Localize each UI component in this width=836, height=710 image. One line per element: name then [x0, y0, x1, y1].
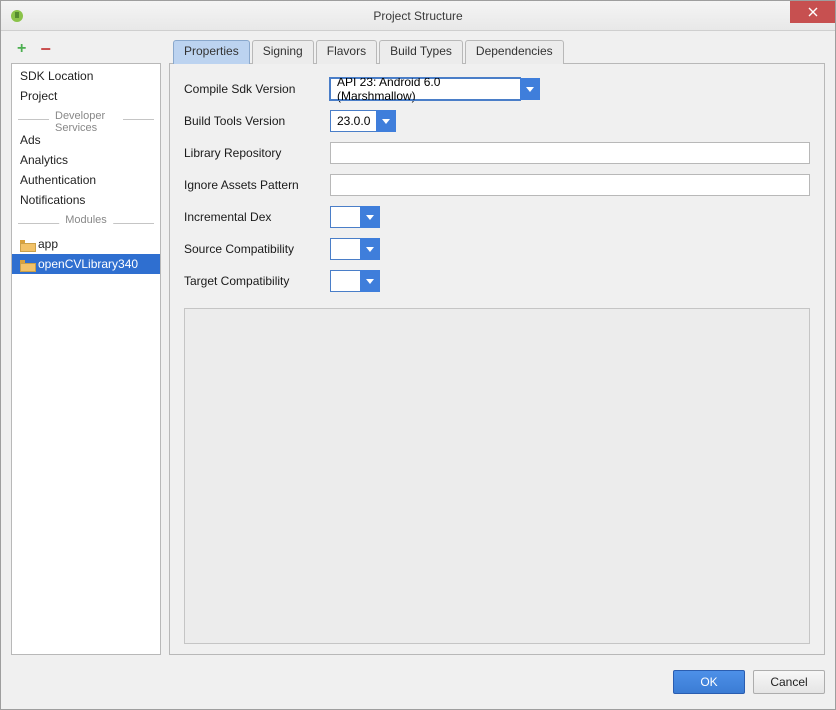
compile-sdk-label: Compile Sdk Version: [184, 82, 324, 96]
ok-button[interactable]: OK: [673, 670, 745, 694]
dropdown-button[interactable]: [360, 206, 380, 228]
cancel-button[interactable]: Cancel: [753, 670, 825, 694]
incremental-dex-label: Incremental Dex: [184, 210, 324, 224]
compile-sdk-value: API 23: Android 6.0 (Marshmallow): [330, 78, 520, 100]
properties-form: Compile Sdk Version API 23: Android 6.0 …: [184, 78, 810, 292]
sidebar-item-notifications[interactable]: Notifications: [12, 190, 160, 210]
sidebar-section-developer-services: Developer Services: [12, 110, 160, 128]
properties-panel: Compile Sdk Version API 23: Android 6.0 …: [169, 63, 825, 655]
dropdown-button[interactable]: [376, 110, 396, 132]
sidebar-module-app[interactable]: app: [12, 234, 160, 254]
dialog-body: + − SDK Location Project Developer Servi…: [1, 31, 835, 709]
target-compat-value: [330, 270, 360, 292]
sidebar-column: + − SDK Location Project Developer Servi…: [11, 39, 161, 655]
tab-signing[interactable]: Signing: [252, 40, 314, 64]
target-compat-label: Target Compatibility: [184, 274, 324, 288]
module-label: app: [38, 237, 58, 251]
remove-button[interactable]: −: [40, 44, 51, 54]
sidebar-module-opencvlibrary340[interactable]: openCVLibrary340: [12, 254, 160, 274]
build-tools-value: 23.0.0: [330, 110, 376, 132]
android-studio-icon: [7, 6, 27, 26]
source-compat-label: Source Compatibility: [184, 242, 324, 256]
chevron-down-icon: [366, 279, 374, 284]
sidebar-list: SDK Location Project Developer Services …: [11, 63, 161, 655]
dropdown-button[interactable]: [360, 270, 380, 292]
dropdown-button[interactable]: [360, 238, 380, 260]
library-repo-input[interactable]: [330, 142, 810, 164]
module-label: openCVLibrary340: [38, 257, 138, 271]
target-compat-combo[interactable]: [330, 270, 810, 292]
close-icon: [808, 7, 818, 17]
compile-sdk-combo[interactable]: API 23: Android 6.0 (Marshmallow): [330, 78, 810, 100]
sidebar-section-modules: Modules: [12, 214, 160, 232]
chevron-down-icon: [366, 247, 374, 252]
source-compat-value: [330, 238, 360, 260]
dropdown-button[interactable]: [520, 78, 540, 100]
sidebar-item-project[interactable]: Project: [12, 86, 160, 106]
close-button[interactable]: [790, 1, 835, 23]
section-label: Modules: [59, 214, 113, 226]
tab-flavors[interactable]: Flavors: [316, 40, 377, 64]
titlebar: Project Structure: [1, 1, 835, 31]
source-compat-combo[interactable]: [330, 238, 810, 260]
incremental-dex-combo[interactable]: [330, 206, 810, 228]
add-button[interactable]: +: [17, 40, 26, 58]
tab-build-types[interactable]: Build Types: [379, 40, 463, 64]
chevron-down-icon: [526, 87, 534, 92]
sidebar-item-sdk-location[interactable]: SDK Location: [12, 66, 160, 86]
window-title: Project Structure: [1, 9, 835, 23]
right-pane: Properties Signing Flavors Build Types D…: [169, 39, 825, 655]
module-icon: [20, 260, 34, 270]
dialog-window: Project Structure + − SDK Location Proje…: [0, 0, 836, 710]
dialog-footer: OK Cancel: [11, 655, 825, 699]
tab-bar: Properties Signing Flavors Build Types D…: [169, 39, 825, 63]
chevron-down-icon: [366, 215, 374, 220]
section-label: Developer Services: [49, 110, 123, 134]
tab-dependencies[interactable]: Dependencies: [465, 40, 564, 64]
ignore-assets-label: Ignore Assets Pattern: [184, 178, 324, 192]
sidebar-item-authentication[interactable]: Authentication: [12, 170, 160, 190]
empty-area: [184, 308, 810, 644]
sidebar-item-analytics[interactable]: Analytics: [12, 150, 160, 170]
build-tools-combo[interactable]: 23.0.0: [330, 110, 810, 132]
incremental-dex-value: [330, 206, 360, 228]
sidebar-toolbar: + −: [11, 39, 161, 63]
chevron-down-icon: [382, 119, 390, 124]
tab-properties[interactable]: Properties: [173, 40, 250, 64]
content-area: + − SDK Location Project Developer Servi…: [11, 39, 825, 655]
module-icon: [20, 240, 34, 250]
ignore-assets-input[interactable]: [330, 174, 810, 196]
build-tools-label: Build Tools Version: [184, 114, 324, 128]
library-repo-label: Library Repository: [184, 146, 324, 160]
